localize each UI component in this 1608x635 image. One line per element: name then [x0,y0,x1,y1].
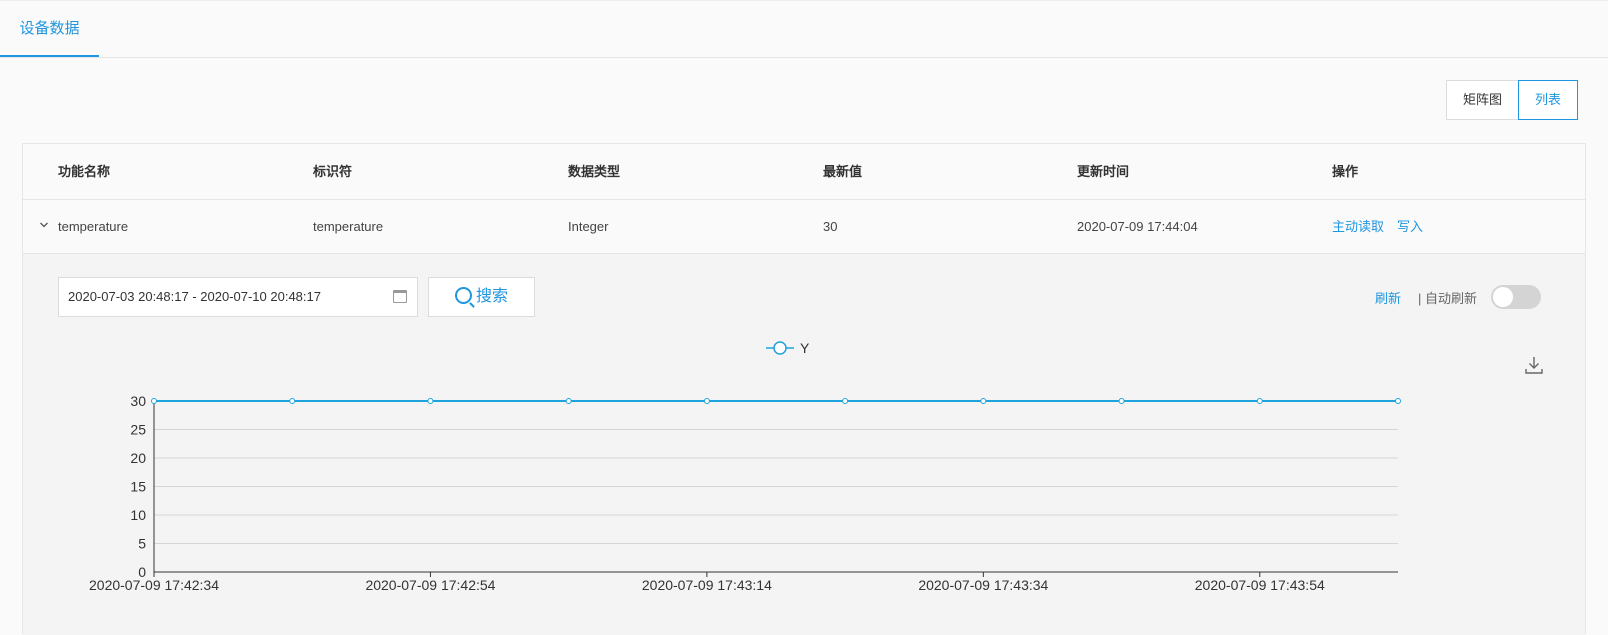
view-toggle: 矩阵图 列表 [1446,80,1579,120]
legend-marker [773,341,787,355]
cell-latest-value: 30 [823,219,838,234]
data-point [1118,398,1125,404]
chevron-down-icon[interactable] [37,200,51,254]
list-view-button[interactable]: 列表 [1518,80,1579,120]
expanded-row-panel: 2020-07-03 20:48:17 - 2020-07-10 20:48:1… [23,254,1585,635]
data-point [703,398,710,404]
tab-device-data[interactable]: 设备数据 [0,1,99,57]
y-tick-label: 5 [138,536,146,552]
table-row: temperature temperature Integer 30 2020-… [23,200,1585,254]
data-point [565,398,572,404]
header-update-time: 更新时间 [1077,164,1130,179]
header-function-name: 功能名称 [58,164,111,179]
y-tick-label: 30 [130,393,146,409]
line-chart: 0510152025302020-07-09 17:42:34 2020-07-0… [89,340,1401,593]
cell-identifier: temperature [313,219,384,234]
write-action-link[interactable]: 写入 [1397,200,1423,254]
matrix-view-button[interactable]: 矩阵图 [1446,80,1520,120]
data-point [289,398,296,404]
x-tick-label: 2020-07-09 17:43:54 [1195,577,1325,593]
x-tick-label: 2020-07-09 17:43:14 [642,577,772,593]
y-tick-label: 25 [130,422,146,438]
cell-update-time: 2020-07-09 17:44:04 [1077,219,1198,234]
x-tick-label: 2020-07-09 17:42:34 [89,577,219,593]
data-point [1395,398,1401,404]
read-action-link[interactable]: 主动读取 [1332,200,1384,254]
data-table: 功能名称 标识符 数据类型 最新值 更新时间 操作 temperature te… [22,143,1586,635]
data-point [980,398,987,404]
cell-function-name: temperature [58,219,129,234]
header-latest-value: 最新值 [823,164,863,179]
data-point [427,398,434,404]
tab-bar: 设备数据 [0,0,1608,58]
data-point [1256,398,1263,404]
cell-data-type: Integer [568,219,609,234]
data-point [151,398,157,404]
y-tick-label: 15 [130,479,146,495]
x-tick-label: 2020-07-09 17:42:54 [365,577,495,593]
y-tick-label: 20 [130,450,146,466]
header-actions: 操作 [1332,164,1359,179]
data-point [842,398,849,404]
table-header: 功能名称 标识符 数据类型 最新值 更新时间 操作 [23,144,1585,200]
header-data-type: 数据类型 [568,164,621,179]
legend-label-y: Y [800,340,810,356]
header-identifier: 标识符 [313,164,353,179]
y-tick-label: 10 [130,507,146,523]
x-tick-label: 2020-07-09 17:43:34 [918,577,1048,593]
